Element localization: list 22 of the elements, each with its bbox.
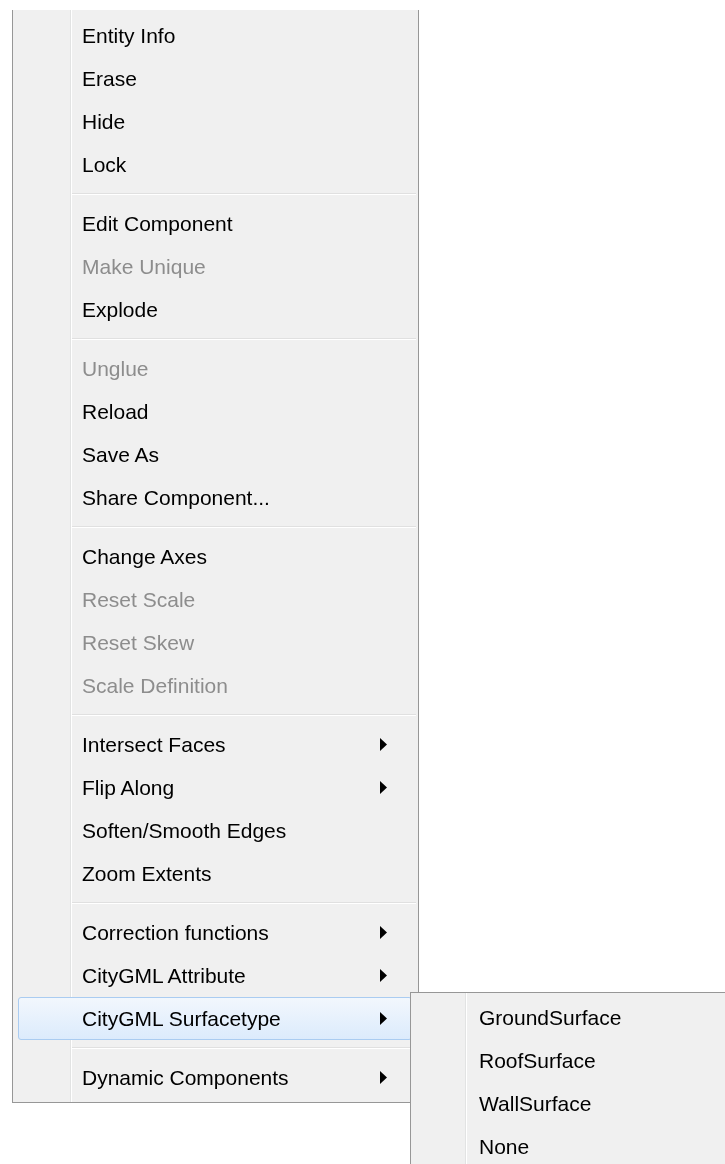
menu-item[interactable]: Intersect Faces bbox=[18, 723, 412, 766]
menu-item[interactable]: RoofSurface bbox=[413, 1039, 725, 1082]
menu-item[interactable]: Entity Info bbox=[18, 14, 412, 57]
menu-item[interactable]: Correction functions bbox=[18, 911, 412, 954]
menu-item[interactable]: Dynamic Components bbox=[18, 1056, 412, 1099]
menu-item[interactable]: GroundSurface bbox=[413, 996, 725, 1039]
menu-item[interactable]: Soften/Smooth Edges bbox=[18, 809, 412, 852]
menu-item[interactable]: Flip Along bbox=[18, 766, 412, 809]
menu-item[interactable]: Save As bbox=[18, 433, 412, 476]
menu-item[interactable]: Reload bbox=[18, 390, 412, 433]
menu-item[interactable]: CityGML Surfacetype bbox=[18, 997, 412, 1040]
menu-item[interactable]: WallSurface bbox=[413, 1082, 725, 1125]
menu-item[interactable]: Explode bbox=[18, 288, 412, 331]
menu-item[interactable]: Share Component... bbox=[18, 476, 412, 519]
menu-item[interactable]: Change Axes bbox=[18, 535, 412, 578]
menu-item[interactable]: Zoom Extents bbox=[18, 852, 412, 895]
menu-item[interactable]: Edit Component bbox=[18, 202, 412, 245]
menu-item[interactable]: Erase bbox=[18, 57, 412, 100]
menu-item[interactable]: CityGML Attribute bbox=[18, 954, 412, 997]
menu-item[interactable]: Lock bbox=[18, 143, 412, 186]
menu-item[interactable]: Hide bbox=[18, 100, 412, 143]
menu-item[interactable]: None bbox=[413, 1125, 725, 1164]
